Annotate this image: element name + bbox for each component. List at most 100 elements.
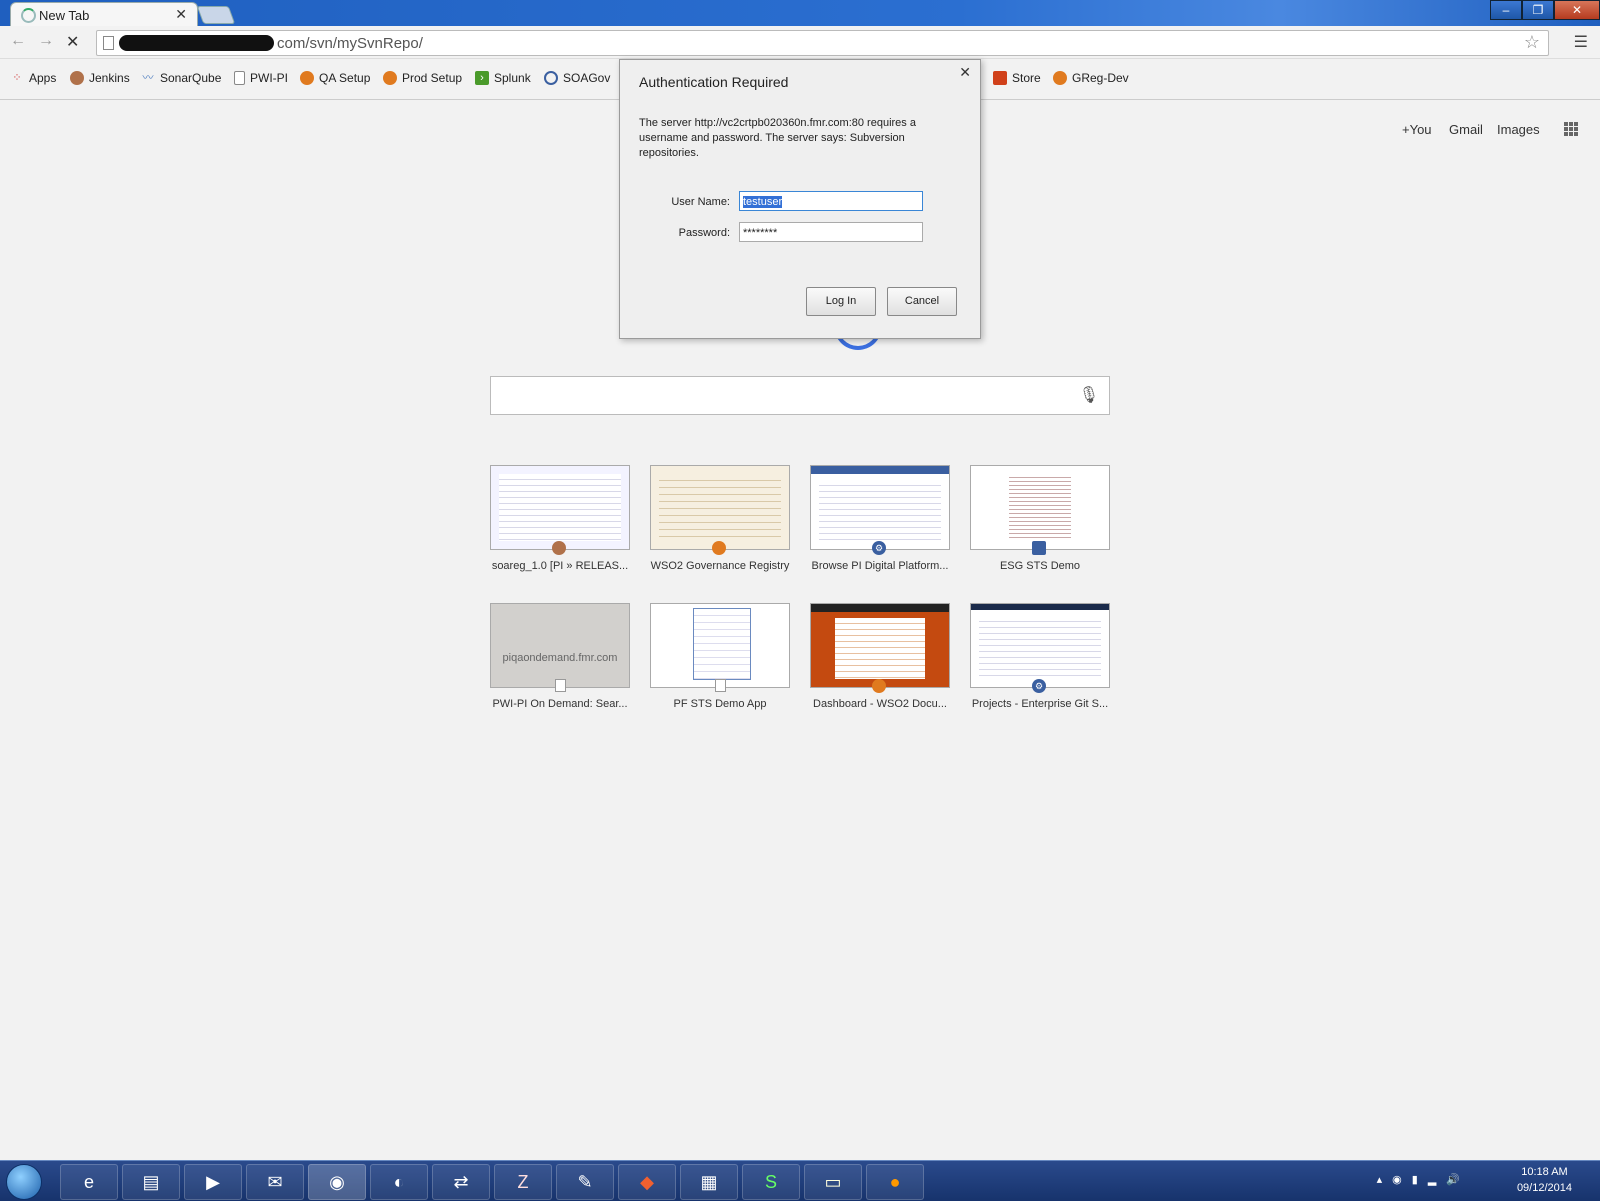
bookmark-sonarqube[interactable]: 〰 SonarQube <box>141 71 222 85</box>
apps-grid-icon: ⁘ <box>12 72 22 84</box>
firefox-icon[interactable]: ◐ <box>370 1164 428 1200</box>
tile-thumbnail <box>650 465 790 550</box>
stop-icon[interactable]: ✕ <box>66 32 79 52</box>
wso2-icon <box>712 541 726 555</box>
minimize-icon[interactable]: – <box>1490 0 1522 20</box>
apps-launcher-icon[interactable] <box>1564 122 1578 136</box>
bookmark-store[interactable]: Store <box>993 71 1041 85</box>
tile-thumb-text: piqaondemand.fmr.com <box>502 652 618 664</box>
internet-explorer-icon[interactable]: e <box>60 1164 118 1200</box>
url-text: com/svn/mySvnRepo/ <box>277 35 423 52</box>
tile-label: PF STS Demo App <box>673 698 767 710</box>
most-visited-tile[interactable]: PF STS Demo App <box>650 603 790 710</box>
tile-label: Dashboard - WSO2 Docu... <box>813 698 947 710</box>
tile-label: ESG STS Demo <box>999 560 1081 572</box>
bookmark-soagov[interactable]: SOAGov <box>544 71 610 85</box>
wso2-icon <box>300 71 314 85</box>
notepad-plus-icon[interactable]: ✎ <box>556 1164 614 1200</box>
tile-label: soareg_1.0 [PI » RELEAS... <box>491 560 629 572</box>
tile-thumbnail: piqaondemand.fmr.com <box>490 603 630 688</box>
password-field[interactable]: ******** <box>739 222 923 242</box>
bookmark-prod-setup[interactable]: Prod Setup <box>383 71 462 85</box>
microphone-icon[interactable]: 🎙 <box>1079 385 1099 405</box>
tab-title: New Tab <box>39 8 90 23</box>
file-explorer-icon[interactable]: ▤ <box>122 1164 180 1200</box>
chat-icon[interactable]: ● <box>866 1164 924 1200</box>
maximize-icon[interactable]: ❐ <box>1522 0 1554 20</box>
most-visited-tile[interactable]: ⚙ Projects - Enterprise Git S... <box>970 603 1110 710</box>
wso2-icon <box>872 679 886 693</box>
tile-thumbnail <box>810 465 950 550</box>
tile-thumbnail <box>970 465 1110 550</box>
bookmark-greg-dev[interactable]: GReg-Dev <box>1053 71 1129 85</box>
filezilla-icon[interactable]: Z <box>494 1164 552 1200</box>
bookmark-pwi-pi[interactable]: PWI-PI <box>234 71 288 85</box>
address-bar[interactable]: com/svn/mySvnRepo/ ☆ <box>96 30 1549 56</box>
username-label: User Name: <box>671 196 730 208</box>
folder-icon[interactable]: ▭ <box>804 1164 862 1200</box>
clock[interactable]: 10:18 AM 09/12/2014 <box>1517 1164 1572 1196</box>
plus-you-link[interactable]: +You <box>1402 122 1432 137</box>
gmail-link[interactable]: Gmail <box>1449 122 1483 137</box>
soagov-icon <box>544 71 558 85</box>
bookmark-star-icon[interactable]: ☆ <box>1524 32 1540 53</box>
system-tray[interactable]: ▴◉▮▂🔊 <box>1377 1173 1470 1186</box>
outlook-icon[interactable]: ✉ <box>246 1164 304 1200</box>
dialog-title: Authentication Required <box>639 74 789 90</box>
media-player-icon[interactable]: ▶ <box>184 1164 242 1200</box>
username-field[interactable]: testuser <box>739 191 923 211</box>
tile-label: PWI-PI On Demand: Sear... <box>492 698 628 710</box>
tab-new-tab[interactable]: New Tab ✕ <box>10 2 198 27</box>
most-visited-tile[interactable]: ⚙ Browse PI Digital Platform... <box>810 465 950 572</box>
git-icon[interactable]: ◆ <box>618 1164 676 1200</box>
server-icon[interactable]: ▦ <box>680 1164 738 1200</box>
most-visited-tile[interactable]: piqaondemand.fmr.com PWI-PI On Demand: S… <box>490 603 630 710</box>
new-tab-button[interactable] <box>196 6 236 24</box>
gear-icon: ⚙ <box>872 541 886 555</box>
bookmark-jenkins[interactable]: Jenkins <box>70 71 130 85</box>
store-icon <box>993 71 1007 85</box>
tile-label: WSO2 Governance Registry <box>650 560 790 572</box>
most-visited-tile[interactable]: WSO2 Governance Registry <box>650 465 790 572</box>
most-visited-tile[interactable]: soareg_1.0 [PI » RELEAS... <box>490 465 630 572</box>
back-arrow-icon[interactable]: ← <box>10 32 26 50</box>
login-button[interactable]: Log In <box>806 287 876 316</box>
cancel-button[interactable]: Cancel <box>887 287 957 316</box>
bookmark-qa-setup[interactable]: QA Setup <box>300 71 370 85</box>
bookmark-apps[interactable]: ⁘ Apps <box>10 71 56 85</box>
sonarqube-icon: 〰 <box>142 72 154 84</box>
title-bar: New Tab ✕ – ❐ ✕ <box>0 0 1600 27</box>
browser-toolbar: ← → ✕ com/svn/mySvnRepo/ ☆ ☰ <box>0 26 1600 59</box>
network-icon[interactable]: ⇄ <box>432 1164 490 1200</box>
tile-thumbnail <box>650 603 790 688</box>
tab-close-icon[interactable]: ✕ <box>175 6 187 23</box>
tile-thumbnail <box>970 603 1110 688</box>
chrome-icon[interactable]: ◉ <box>308 1164 366 1200</box>
esg-icon <box>1032 541 1046 555</box>
page-icon <box>555 679 566 692</box>
redacted-host <box>119 35 274 51</box>
wso2-icon <box>383 71 397 85</box>
images-link[interactable]: Images <box>1497 122 1540 137</box>
close-icon[interactable]: ✕ <box>959 64 971 81</box>
window-controls: – ❐ ✕ <box>1490 0 1600 20</box>
tile-thumbnail <box>810 603 950 688</box>
forward-arrow-icon[interactable]: → <box>38 32 54 50</box>
page-icon <box>234 71 245 85</box>
loading-spinner-icon <box>21 8 36 23</box>
start-button[interactable] <box>6 1164 42 1200</box>
tile-label: Browse PI Digital Platform... <box>811 560 949 572</box>
bookmark-splunk[interactable]: › Splunk <box>475 71 531 85</box>
gear-icon: ⚙ <box>1032 679 1046 693</box>
most-visited-tile[interactable]: Dashboard - WSO2 Docu... <box>810 603 950 710</box>
chrome-menu-icon[interactable]: ☰ <box>1574 32 1588 52</box>
tile-label: Projects - Enterprise Git S... <box>971 698 1109 710</box>
sync-icon[interactable]: S <box>742 1164 800 1200</box>
page-icon <box>103 36 114 50</box>
date-text: 09/12/2014 <box>1516 1182 1572 1194</box>
most-visited-tile[interactable]: ESG STS Demo <box>970 465 1110 572</box>
windows-taskbar: e ▤ ▶ ✉ ◉ ◐ ⇄ Z ✎ ◆ ▦ S ▭ ● ▴◉▮▂🔊 10:18 … <box>0 1160 1600 1201</box>
search-box[interactable]: 🎙 <box>490 376 1110 415</box>
close-window-icon[interactable]: ✕ <box>1554 0 1600 20</box>
tile-thumbnail <box>490 465 630 550</box>
